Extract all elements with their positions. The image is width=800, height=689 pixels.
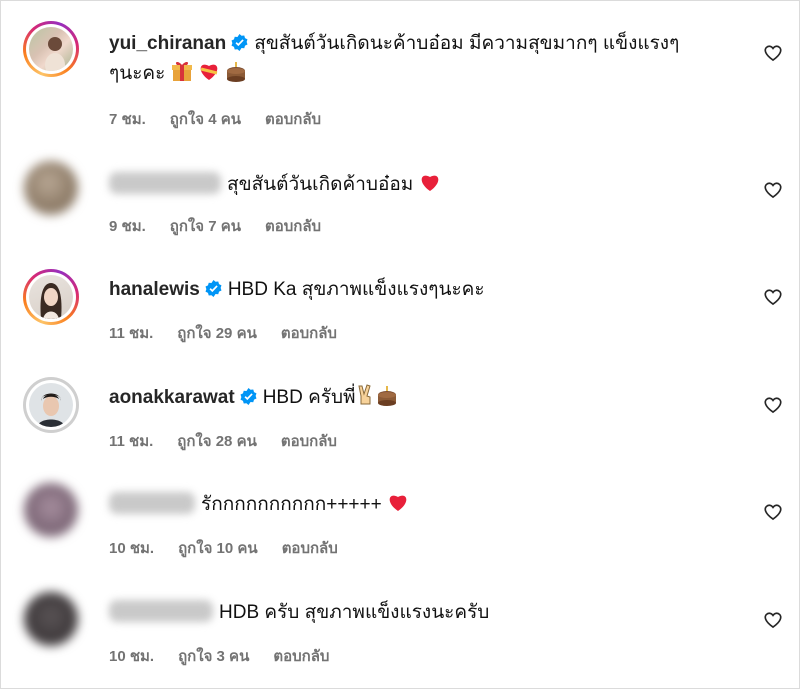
comment-text: HBD Ka สุขภาพแข็งแรงๆนะคะ [227,279,485,300]
comment-item: hanalewis HBD Ka สุขภาพแข็งแรงๆนะคะ 11 ชม… [1,266,800,356]
comment-text: HBD ครับพี่ [262,387,356,408]
like-heart-icon[interactable] [763,610,783,630]
comment-time: 9 ชม. [109,218,146,235]
verified-badge-icon [205,280,222,297]
like-heart-icon[interactable] [763,287,783,307]
comment-likes-link[interactable]: ถูกใจ 3 คน [178,648,249,665]
comment-username[interactable]: aonakkarawat [109,387,235,408]
comment-time: 10 ชม. [109,648,155,665]
avatar[interactable] [24,592,78,646]
red-heart-emoji-icon [389,495,407,511]
red-heart-emoji-icon [421,175,438,191]
like-heart-icon[interactable] [763,180,783,200]
heart-ribbon-emoji-icon [200,64,218,80]
verified-badge-icon [240,388,257,405]
like-heart-icon[interactable] [763,502,783,522]
comments-panel: yui_chiranan สุขสันต์วันเกิดนะค้าบอ๋อม มี… [0,0,800,689]
reply-button[interactable]: ตอบกลับ [282,540,338,557]
reply-button[interactable]: ตอบกลับ [265,218,321,235]
comment-item: HDB ครับ สุขภาพแข็งแรงนะครับ 10 ชม. ถูกใจ… [1,589,800,679]
comment-text-continued: ๆนะคะ [109,63,166,84]
comment-item: รักกกกกกกกกก+++++ 10 ชม. ถูกใจ 10 คน ตอบกล… [1,479,800,569]
comment-item: aonakkarawat HBD ครับพี่ 11 ชม. ถูกใจ 28 ค… [1,374,800,464]
avatar[interactable] [23,269,79,325]
comment-item: สุขสันต์วันเกิดค้าบอ๋อม 9 ชม. ถูกใจ 7 คน ต… [1,158,800,248]
avatar[interactable] [23,21,79,77]
reply-button[interactable]: ตอบกลับ [273,648,329,665]
comment-likes-link[interactable]: ถูกใจ 4 คน [170,111,241,128]
verified-badge-icon [231,34,248,51]
avatar[interactable] [23,377,79,433]
cake-emoji-icon [227,62,246,82]
comment-text: รักกกกกกกกกก+++++ [201,494,382,515]
comment-likes-link[interactable]: ถูกใจ 10 คน [178,540,258,557]
comment-likes-link[interactable]: ถูกใจ 28 คน [177,433,257,450]
reply-button[interactable]: ตอบกลับ [281,325,337,342]
comment-text: สุขสันต์วันเกิดนะค้าบอ๋อม มีความสุขมากๆ … [254,33,680,54]
comment-username-blurred[interactable] [109,172,221,194]
comment-username-blurred[interactable] [109,492,195,514]
comment-time: 11 ชม. [109,325,154,342]
avatar[interactable] [24,483,78,537]
comment-time: 7 ชม. [109,111,146,128]
like-heart-icon[interactable] [763,43,783,63]
comment-likes-link[interactable]: ถูกใจ 7 คน [170,218,241,235]
comment-time: 11 ชม. [109,433,154,450]
victory-hand-emoji-icon [357,384,371,405]
gift-emoji-icon [171,61,192,81]
comment-username[interactable]: hanalewis [109,279,200,300]
comment-text: สุขสันต์วันเกิดค้าบอ๋อม [227,174,414,195]
like-heart-icon[interactable] [763,395,783,415]
comment-text: HDB ครับ สุขภาพแข็งแรงนะครับ [219,602,490,623]
comment-time: 10 ชม. [109,540,155,557]
cake-emoji-icon [377,386,396,406]
reply-button[interactable]: ตอบกลับ [265,111,321,128]
comment-username-blurred[interactable] [109,600,213,622]
comment-likes-link[interactable]: ถูกใจ 29 คน [177,325,257,342]
reply-button[interactable]: ตอบกลับ [281,433,337,450]
avatar[interactable] [24,161,78,215]
comment-item: yui_chiranan สุขสันต์วันเกิดนะค้าบอ๋อม มี… [1,21,800,131]
comment-username[interactable]: yui_chiranan [109,33,226,54]
